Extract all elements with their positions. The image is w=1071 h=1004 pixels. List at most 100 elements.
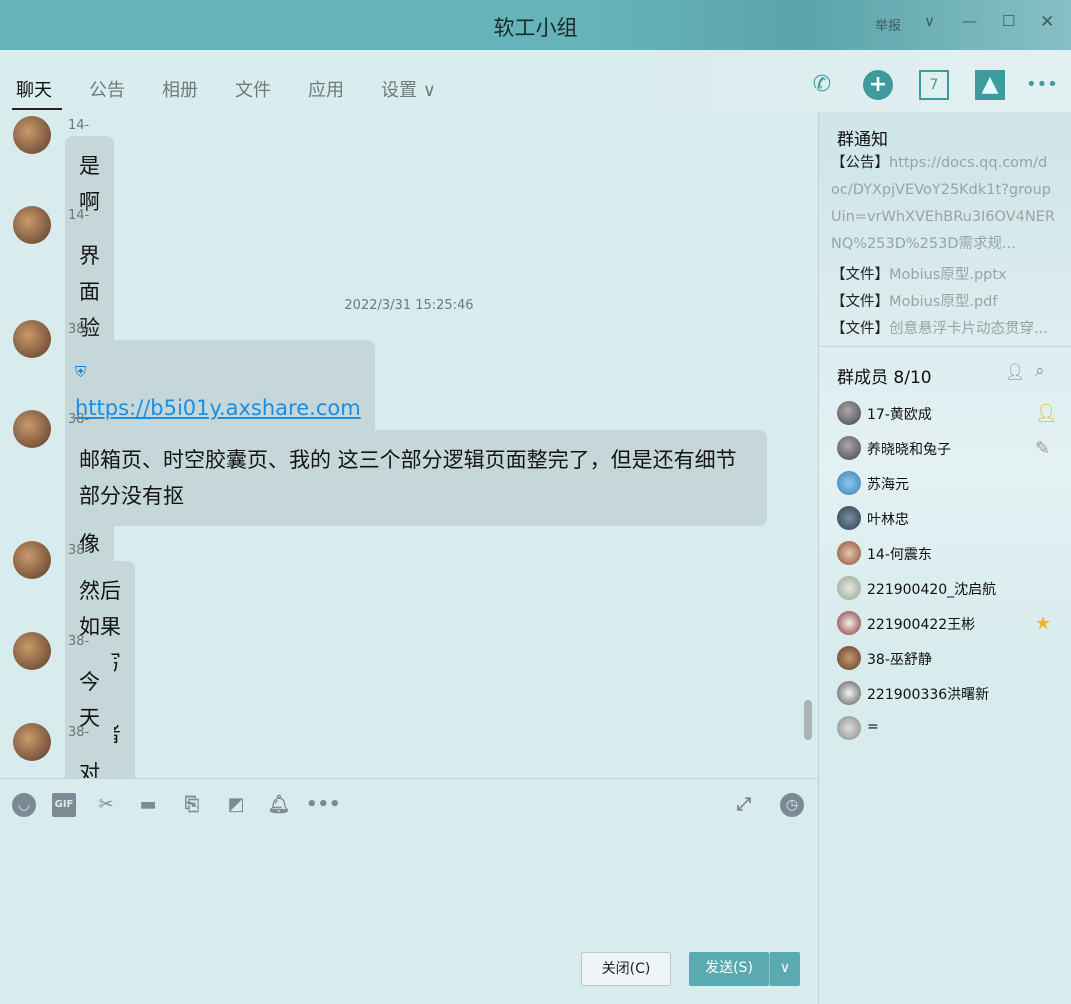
image-icon[interactable]: ▲ xyxy=(975,70,1005,100)
notice-text: Mobius原型.pdf xyxy=(889,294,998,310)
member-item[interactable]: 14-何震东 xyxy=(837,541,1067,567)
avatar[interactable] xyxy=(13,410,51,448)
image-icon[interactable]: ◩ xyxy=(224,793,248,817)
input-toolbar: ◡ GIF ✂ ▬ ⎘ ◩ 🔔︎ ••• ⤢ ◷ xyxy=(0,778,818,824)
message-bubble: 邮箱页、时空胶囊页、我的 这三个部分逻辑页面整完了，但是还有细节部分没有抠 xyxy=(65,430,767,526)
member-name: 苏海元 xyxy=(867,477,909,493)
member-item[interactable]: 221900422王彬 ★ xyxy=(837,611,1067,637)
member-item[interactable]: 养晓晓和兔子 ✎ xyxy=(837,436,1067,462)
active-tab-indicator xyxy=(12,108,62,110)
avatar xyxy=(837,471,861,495)
notice-heading: 群通知 xyxy=(837,130,888,150)
message-link[interactable]: https://b5i01y.axshare.com xyxy=(75,396,361,420)
avatar xyxy=(837,436,861,460)
notice-announcement[interactable]: 【公告】https://docs.qq.com/doc/DYXpjVEVoY25… xyxy=(831,150,1056,258)
notice-file[interactable]: 【文件】Mobius原型.pptx xyxy=(831,262,1056,289)
tab-apps[interactable]: 应用 xyxy=(308,76,344,102)
tab-settings[interactable]: 设置 ∨ xyxy=(381,76,436,102)
send-options-dropdown[interactable]: ∨ xyxy=(769,952,800,986)
search-icon[interactable]: ⌕ xyxy=(1035,361,1045,381)
notice-text: Mobius原型.pptx xyxy=(889,267,1007,283)
add-member-icon[interactable]: 👤︎ xyxy=(1005,362,1025,381)
member-item[interactable]: = xyxy=(837,716,1067,742)
tab-bar: 聊天 公告 相册 文件 应用 设置 ∨ ✆ + 7 ▲ ••• xyxy=(0,50,1071,112)
emoji-icon[interactable]: ◡ xyxy=(12,793,36,817)
member-item[interactable]: 叶林忠 xyxy=(837,506,1067,532)
star-icon: ★ xyxy=(1035,613,1052,634)
edit-icon[interactable]: ✎ xyxy=(1035,438,1050,459)
add-icon[interactable]: + xyxy=(863,70,893,100)
avatar[interactable] xyxy=(13,320,51,358)
gif-icon[interactable]: GIF xyxy=(52,793,76,817)
tab-album[interactable]: 相册 xyxy=(162,76,198,102)
avatar[interactable] xyxy=(13,541,51,579)
notice-tag: 【文件】 xyxy=(831,294,889,310)
avatar xyxy=(837,611,861,635)
member-item[interactable]: 17-黄欧成 👤︎ xyxy=(837,401,1067,427)
avatar xyxy=(837,401,861,425)
expand-icon[interactable]: ⤢ xyxy=(732,793,756,817)
tab-chat[interactable]: 聊天 xyxy=(16,76,52,102)
member-name: 14-何震东 xyxy=(867,547,932,563)
report-button[interactable]: 举报 xyxy=(875,15,901,34)
chat-scrollbar[interactable] xyxy=(804,700,812,740)
member-name: 221900336洪曙新 xyxy=(867,687,990,703)
notice-tag: 【文件】 xyxy=(831,267,889,283)
window-title: 软工小组 xyxy=(493,16,578,40)
avatar xyxy=(837,506,861,530)
chat-messages: 14-何震东 是啊 还是得参考原型 那个样例一看就是照着原型写的 14-何震东 … xyxy=(0,112,818,778)
more-icon[interactable]: ••• xyxy=(1026,70,1058,100)
avatar[interactable] xyxy=(13,632,51,670)
bell-icon[interactable]: 🔔︎ xyxy=(267,793,291,817)
member-name: = xyxy=(867,719,879,735)
more-icon[interactable]: ••• xyxy=(306,793,341,817)
minimize-button[interactable]: — xyxy=(962,12,977,30)
avatar[interactable] xyxy=(13,723,51,761)
notice-tag: 【公告】 xyxy=(831,155,889,171)
avatar xyxy=(837,681,861,705)
scissors-icon[interactable]: ✂ xyxy=(94,793,118,817)
avatar[interactable] xyxy=(13,116,51,154)
member-name: 养晓晓和兔子 xyxy=(867,442,951,458)
notice-tag: 【文件】 xyxy=(831,321,889,337)
document-icon[interactable]: ⎘ xyxy=(180,793,204,817)
close-button[interactable]: ✕ xyxy=(1040,12,1054,32)
members-heading: 群成员 8/10 xyxy=(837,368,932,388)
group-sidebar: 群通知 【公告】https://docs.qq.com/doc/DYXpjVEV… xyxy=(818,112,1071,1004)
member-item[interactable]: 38-巫舒静 xyxy=(837,646,1067,672)
tab-files[interactable]: 文件 xyxy=(235,76,271,102)
tab-announcement[interactable]: 公告 xyxy=(89,76,125,102)
phone-call-icon[interactable]: ✆ xyxy=(807,70,837,100)
member-item[interactable]: 221900420_沈启航 xyxy=(837,576,1067,602)
avatar xyxy=(837,576,861,600)
title-bar: 软工小组 举报 ∨ — ☐ ✕ xyxy=(0,0,1071,50)
member-name: 17-黄欧成 xyxy=(867,407,932,423)
send-button[interactable]: 发送(S) xyxy=(689,952,769,986)
maximize-button[interactable]: ☐ xyxy=(1002,12,1015,30)
dropdown-button[interactable]: ∨ xyxy=(924,12,935,30)
close-chat-button[interactable]: 关闭(C) xyxy=(581,952,671,986)
member-name: 221900420_沈启航 xyxy=(867,582,997,598)
message-bubble: 对了，邮箱那个图可以点 xyxy=(65,743,135,778)
member-item[interactable]: 苏海元 xyxy=(837,471,1067,497)
notice-file[interactable]: 【文件】Mobius原型.pdf xyxy=(831,289,1056,316)
member-name: 38-巫舒静 xyxy=(867,652,932,668)
notice-text: 创意悬浮卡片动态贯穿... xyxy=(889,321,1048,337)
member-item[interactable]: 221900336洪曙新 xyxy=(837,681,1067,707)
member-name: 叶林忠 xyxy=(867,512,909,528)
member-name: 221900422王彬 xyxy=(867,617,976,633)
message-input[interactable] xyxy=(0,824,818,944)
avatar xyxy=(837,716,861,740)
calendar-icon[interactable]: 7 xyxy=(919,70,949,100)
timestamp: 2022/3/31 15:25:46 xyxy=(344,298,474,313)
avatar[interactable] xyxy=(13,206,51,244)
shield-icon: ⛨ xyxy=(75,363,87,381)
avatar xyxy=(837,541,861,565)
notice-file[interactable]: 【文件】创意悬浮卡片动态贯穿... xyxy=(831,316,1056,343)
history-clock-icon[interactable]: ◷ xyxy=(780,793,804,817)
message-bubble: ⛨ https://b5i01y.axshare.com xyxy=(65,340,375,438)
divider xyxy=(819,346,1071,347)
avatar xyxy=(837,646,861,670)
owner-icon: 👤︎ xyxy=(1035,403,1058,424)
folder-icon[interactable]: ▬ xyxy=(136,793,160,817)
